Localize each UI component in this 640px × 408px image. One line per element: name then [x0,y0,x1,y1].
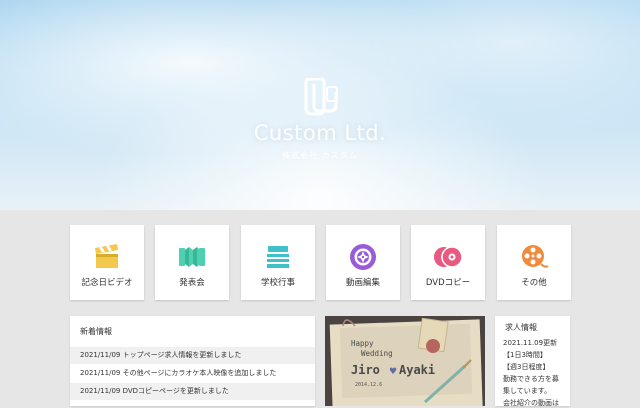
service-card-dvd-copy[interactable]: DVDコピー [411,225,485,300]
service-card-recital[interactable]: 発表会 [155,225,229,300]
service-card-video-editing[interactable]: 動画編集 [326,225,400,300]
clapperboard-icon [95,244,118,268]
news-item[interactable]: 2021/11/09 トップページ求人情報を更新しました [70,347,315,364]
news-title: 新着情報 [80,327,112,336]
service-label: DVDコピー [425,278,471,288]
brand-subtitle: 株式会社 カスタム [282,151,358,160]
news-item[interactable]: 2021/11/09 DVDコピーページを更新しました [70,383,315,400]
recruit-line: 勤務できる方を募 [503,375,559,383]
school-desk-icon [267,246,289,268]
heart-icon: ♥ [389,367,397,377]
service-card-anniversary-video[interactable]: 記念日ビデオ [70,225,144,300]
wedding-photo: Happy Wedding Jiro ♥ Ayaki 2014.12.6 [325,316,485,406]
recruit-line: 2021.11.09更新 [503,339,558,347]
photo-name-right: Ayaki [399,363,435,377]
accordion-icon [179,247,205,267]
photo-line1: Happy [351,339,374,348]
recruit-line: 【1日3時間】 [503,351,547,359]
service-label: 発表会 [179,278,205,288]
service-label: 学校行事 [260,278,295,288]
service-label: 記念日ビデオ [81,278,133,288]
service-card-school-events[interactable]: 学校行事 [241,225,315,300]
film-reel-icon [522,245,549,268]
wedding-card-image: Happy Wedding Jiro ♥ Ayaki 2014.12.6 [325,316,485,406]
photo-date: 2014.12.6 [355,382,382,388]
hero-banner: Custom Ltd. 株式会社 カスタム [0,0,640,210]
photo-line2: Wedding [361,349,393,358]
news-panel: 新着情報 2021/11/09 トップページ求人情報を更新しました 2021/1… [70,316,315,406]
brand-name: Custom Ltd. [253,121,387,145]
news-item[interactable]: 2021/11/09 その他ページにカラオケ本人映像を追加しました [70,365,315,382]
dvd-disc-icon [434,246,463,268]
recruit-title: 求人情報 [505,323,537,332]
recruit-panel: 求人情報 2021.11.09更新 【1日3時間】 【週3日程度】 勤務できる方… [495,316,570,407]
service-cards: 記念日ビデオ 発表会 学校行事 動画編集 DVDコピー その他 [70,225,572,301]
camera-aperture-icon [350,244,376,270]
service-label: その他 [521,278,547,288]
service-label: 動画編集 [345,278,380,288]
film-reel-logo-icon [304,78,338,116]
recruit-line: 集しています。 [503,387,552,395]
service-card-other[interactable]: その他 [497,225,571,300]
recruit-line: 【週3日程度】 [503,363,550,371]
photo-name-left: Jiro [351,363,380,377]
